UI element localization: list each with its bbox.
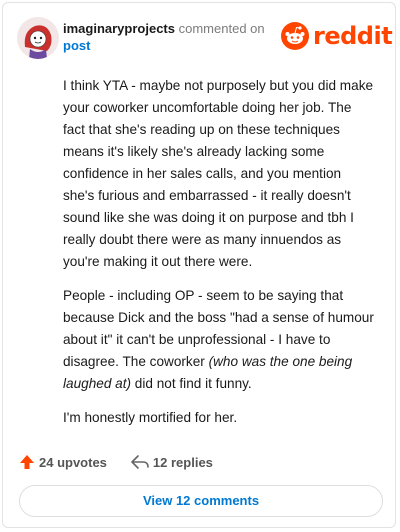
comment-text: did not find it funny. [131,376,252,391]
upvote-arrow-icon [20,455,34,469]
reply-button[interactable]: 12 replies [131,454,213,470]
reddit-logo-icon [281,22,309,50]
comment-card: imaginaryprojects commented on post redd… [2,2,396,528]
upvote-button[interactable]: 24 upvotes [19,454,107,470]
reddit-wordmark: reddit [313,22,393,50]
comment-paragraph: People - including OP - seem to be sayin… [63,285,375,395]
reddit-logo: reddit [281,21,393,51]
post-link[interactable]: post [63,37,265,54]
comment-action-text: commented on [178,21,265,36]
username[interactable]: imaginaryprojects [63,21,175,36]
upvote-count: 24 upvotes [39,454,107,470]
avatar[interactable] [17,17,59,59]
view-comments-button[interactable]: View 12 comments [19,485,383,517]
reply-count: 12 replies [152,454,213,470]
reply-arrow-icon [131,455,149,469]
comment-stats: 24 upvotes 12 replies [19,451,237,473]
avatar-icon [17,17,59,59]
comment-body: I think YTA - maybe not purposely but yo… [63,75,375,441]
comment-paragraph: I'm honestly mortified for her. [63,410,238,425]
comment-meta: imaginaryprojects commented on post [63,20,265,54]
comment-paragraph: I think YTA - maybe not purposely but yo… [63,78,374,269]
